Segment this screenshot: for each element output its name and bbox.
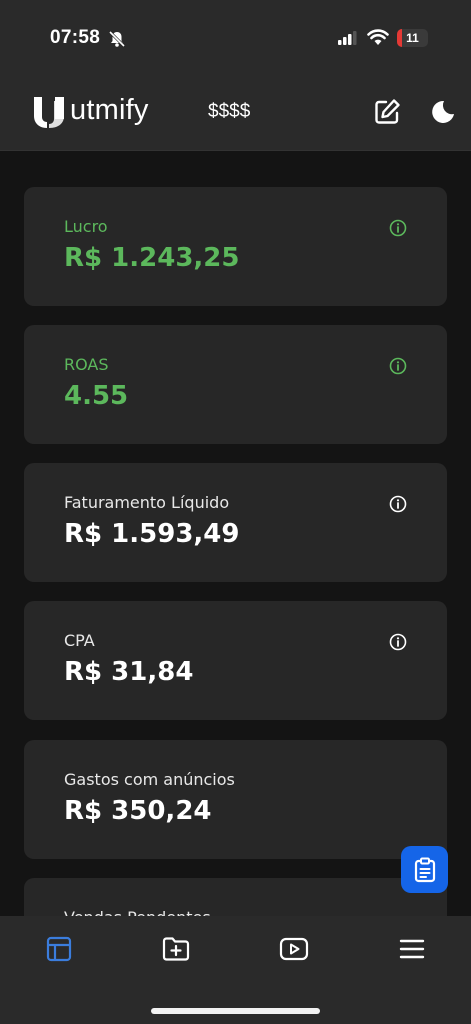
masked-balance[interactable]: $$$$ — [208, 101, 250, 123]
wifi-icon — [367, 29, 389, 45]
metric-value: 4.55 — [64, 381, 129, 411]
edit-icon — [375, 99, 400, 124]
home-indicator[interactable] — [151, 1008, 320, 1014]
metric-label: Faturamento Líquido — [64, 493, 230, 512]
metric-value: R$ 31,84 — [64, 657, 194, 687]
dashboard-icon — [46, 936, 72, 962]
moon-icon — [432, 100, 454, 123]
metric-card-cpa[interactable]: CPA R$ 31,84 — [24, 601, 447, 720]
dashboard-content[interactable]: Lucro R$ 1.243,25 ROAS 4.55 Faturamento … — [0, 151, 471, 916]
bottom-nav — [0, 916, 471, 1024]
metric-card-roas[interactable]: ROAS 4.55 — [24, 325, 447, 444]
nav-menu[interactable] — [397, 934, 427, 964]
cellular-signal-icon — [338, 31, 357, 45]
bell-slash-icon — [108, 30, 126, 48]
metric-label: CPA — [64, 631, 95, 650]
nav-add-folder[interactable] — [161, 934, 191, 964]
info-icon[interactable] — [389, 357, 407, 375]
utmify-logo-icon — [34, 97, 64, 128]
info-icon[interactable] — [389, 495, 407, 513]
metric-card-lucro[interactable]: Lucro R$ 1.243,25 — [24, 187, 447, 306]
metric-value: R$ 1.243,25 — [64, 243, 240, 273]
battery-level: 11 — [406, 31, 419, 45]
app-header: utmify $$$$ — [0, 78, 471, 151]
logo-text: utmify — [70, 94, 149, 126]
metric-label: Gastos com anúncios — [64, 770, 235, 789]
video-play-icon — [279, 937, 309, 961]
folder-add-icon — [162, 937, 190, 961]
status-time: 07:58 — [50, 27, 101, 48]
metric-label: ROAS — [64, 355, 109, 374]
metric-card-gastos[interactable]: Gastos com anúncios R$ 350,24 — [24, 740, 447, 859]
report-fab-button[interactable] — [401, 846, 448, 893]
edit-button[interactable] — [372, 97, 402, 127]
metric-card-vendas-pendentes[interactable]: Vendas Pendentes — [24, 878, 447, 916]
metric-value: R$ 350,24 — [64, 796, 212, 826]
clipboard-icon — [414, 857, 435, 882]
metric-label: Lucro — [64, 217, 108, 236]
status-bar: 07:58 11 — [0, 0, 471, 78]
metric-label: Vendas Pendentes — [64, 908, 211, 916]
battery-icon: 11 — [397, 29, 428, 47]
menu-icon — [399, 939, 425, 959]
metric-value: R$ 1.593,49 — [64, 519, 240, 549]
nav-dashboard[interactable] — [44, 934, 74, 964]
theme-toggle-button[interactable] — [430, 99, 456, 125]
info-icon[interactable] — [389, 633, 407, 651]
nav-videos[interactable] — [279, 934, 309, 964]
info-icon[interactable] — [389, 219, 407, 237]
metric-card-faturamento[interactable]: Faturamento Líquido R$ 1.593,49 — [24, 463, 447, 582]
